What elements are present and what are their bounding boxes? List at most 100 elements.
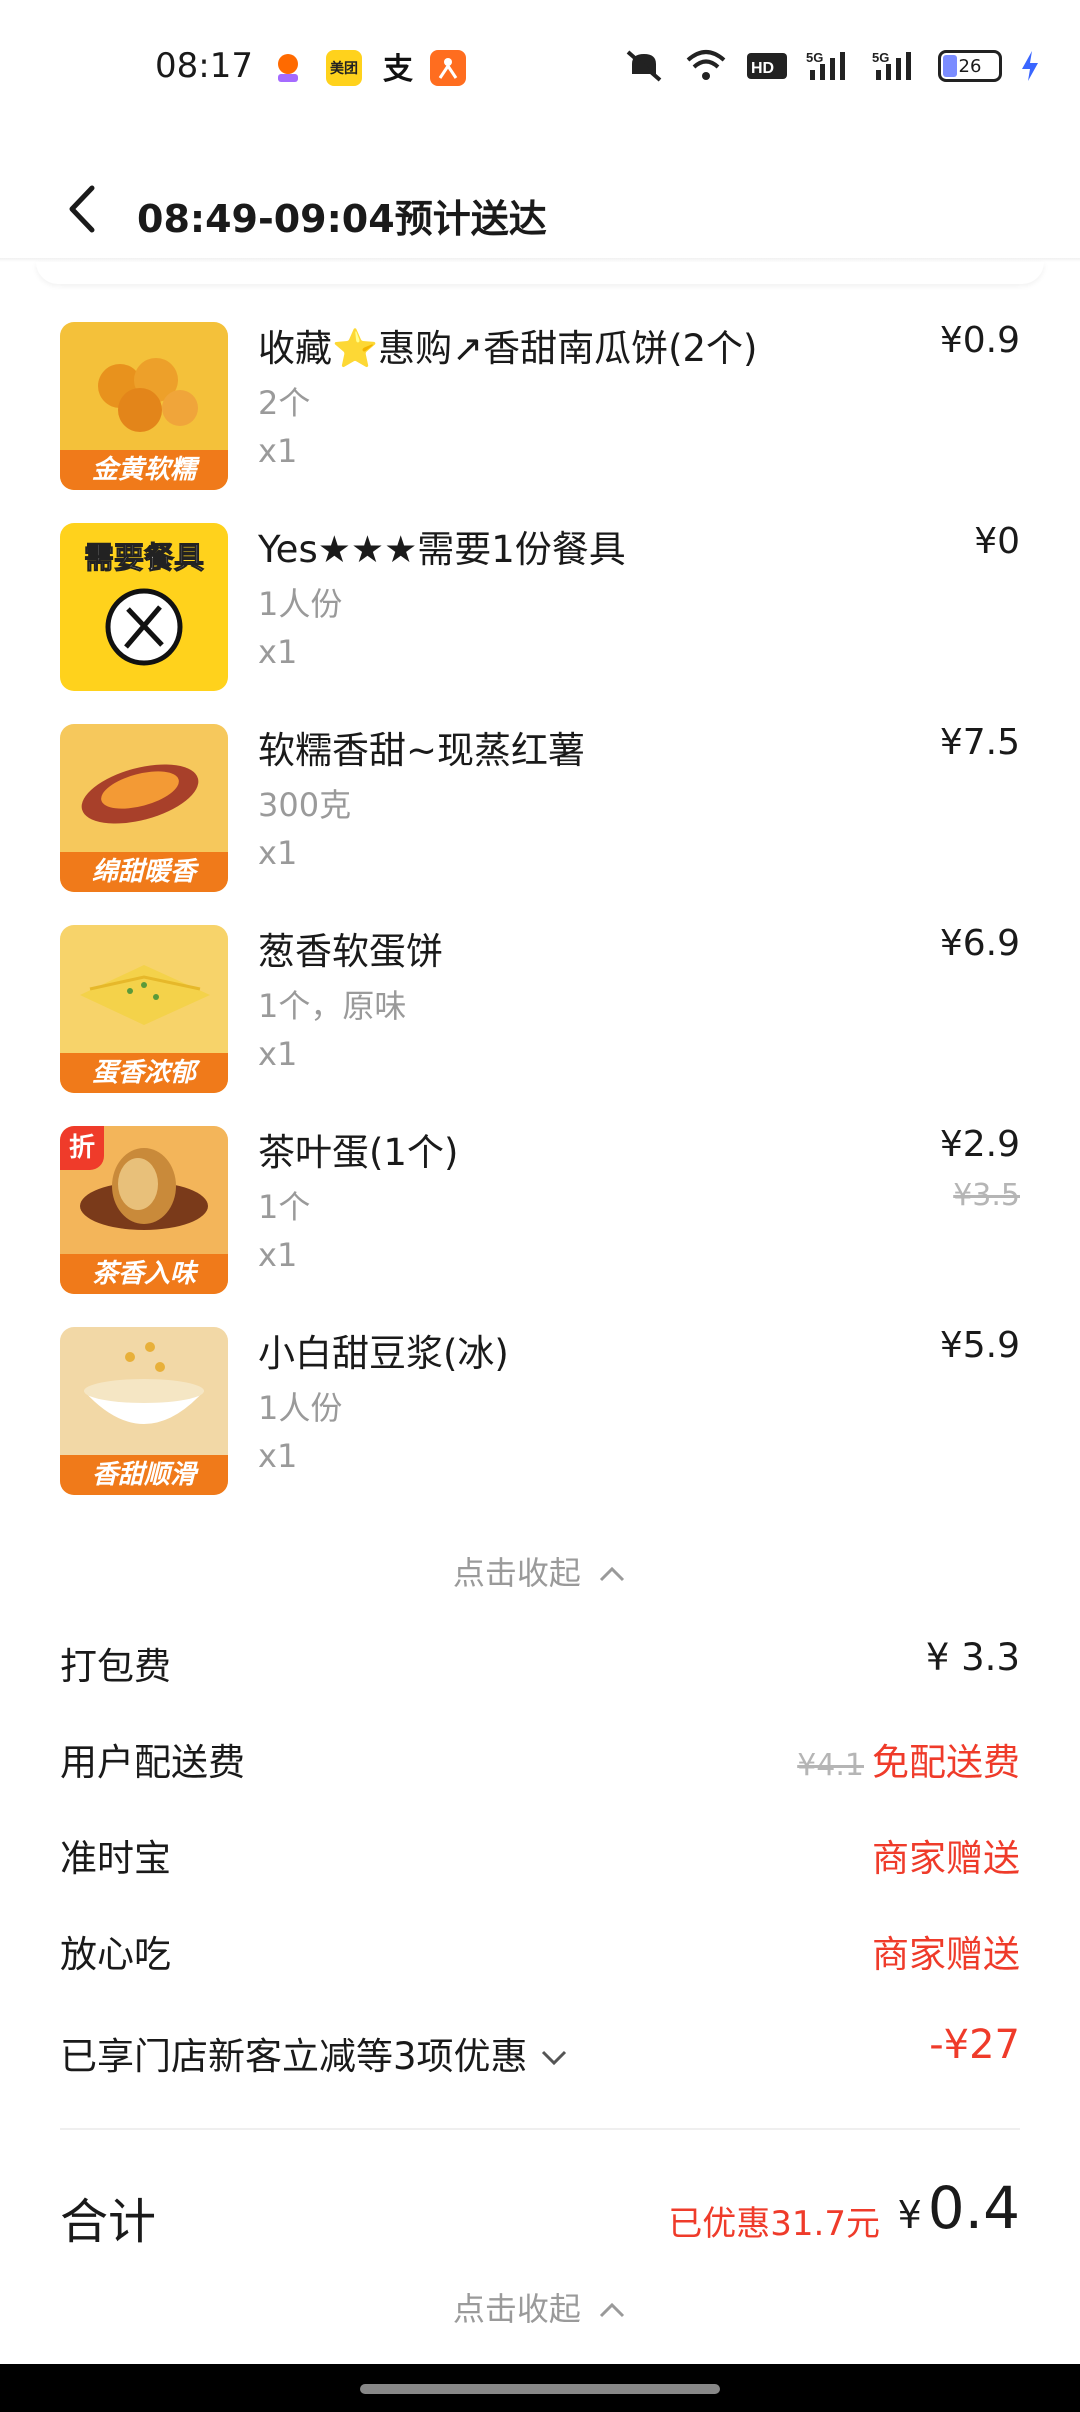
- item-qty: x1: [258, 432, 298, 470]
- signal-5g-icon: 5G: [806, 50, 845, 80]
- total-amount: ¥0.4: [898, 2174, 1020, 2242]
- svg-text:5G: 5G: [806, 50, 823, 65]
- sweet-potato-image: 绵甜暖香: [60, 724, 228, 892]
- ontime-value: 商家赠送: [872, 1837, 1020, 1880]
- item-price: ¥0.9: [939, 320, 1020, 361]
- item-original-price: ¥3.5: [953, 1178, 1020, 1213]
- wifi-icon: [686, 50, 726, 80]
- item-spec: 1人份: [258, 585, 343, 623]
- collapse-summary-button[interactable]: 点击收起: [0, 2284, 1080, 2330]
- ontime-row: 准时宝 商家赠送: [60, 1828, 1020, 1888]
- list-item[interactable]: 蛋香浓郁 葱香软蛋饼 1个，原味 x1 ¥6.9: [0, 923, 1080, 1105]
- tea-egg-image: 折 茶香入味: [60, 1126, 228, 1294]
- item-name: 小白甜豆浆(冰): [258, 1332, 509, 1375]
- list-item[interactable]: 折 茶香入味 茶叶蛋(1个) 1个 x1 ¥2.9 ¥3.5: [0, 1124, 1080, 1306]
- battery-icon: 26: [938, 50, 1002, 82]
- total-value: 0.4: [927, 2174, 1020, 2242]
- image-badge: 茶香入味: [60, 1254, 228, 1294]
- item-price: ¥2.9: [939, 1124, 1020, 1165]
- svg-text:5G: 5G: [872, 50, 889, 65]
- egg-pancake-image: 蛋香浓郁: [60, 925, 228, 1093]
- delivery-fee-label: 用户配送费: [60, 1741, 245, 1784]
- discount-label-text: 已享门店新客立减等3项优惠: [60, 2035, 528, 2078]
- utensils-image: 需要餐具: [60, 523, 228, 691]
- item-price: ¥6.9: [939, 923, 1020, 964]
- item-qty: x1: [258, 834, 298, 872]
- list-item[interactable]: 需要餐具 Yes★★★需要1份餐具 1人份 x1 ¥0: [0, 521, 1080, 703]
- item-spec: 2个: [258, 384, 311, 422]
- image-badge: 香甜顺滑: [60, 1455, 228, 1495]
- item-price: ¥7.5: [939, 722, 1020, 763]
- list-item[interactable]: 香甜顺滑 小白甜豆浆(冰) 1人份 x1 ¥5.9: [0, 1325, 1080, 1507]
- packing-fee-label: 打包费: [60, 1645, 171, 1688]
- collapse-label: 点击收起: [452, 2290, 581, 2328]
- discount-row[interactable]: 已享门店新客立减等3项优惠 -¥27: [60, 2022, 1020, 2086]
- delivery-fee-value: ¥4.1 免配送费: [797, 1732, 1020, 1786]
- discount-label[interactable]: 已享门店新客立减等3项优惠: [60, 2026, 569, 2080]
- delivery-fee-original: ¥4.1: [797, 1748, 864, 1783]
- total-saved: 已优惠31.7元: [668, 2204, 880, 2244]
- collapse-label: 点击收起: [452, 1554, 581, 1592]
- item-price: ¥0: [974, 521, 1020, 562]
- item-spec: 1个: [258, 1188, 311, 1226]
- delivery-fee-free: 免配送费: [872, 1741, 1020, 1784]
- item-qty: x1: [258, 1437, 298, 1475]
- status-icons: HD 5G 5G 26: [622, 48, 1040, 84]
- packing-fee-value: ¥ 3.3: [925, 1636, 1020, 1679]
- item-spec: 1人份: [258, 1389, 343, 1427]
- worry-free-row: 放心吃 商家赠送: [60, 1924, 1020, 1984]
- list-item[interactable]: 金黄软糯 收藏⭐惠购↗香甜南瓜饼(2个) 2个 x1 ¥0.9: [0, 320, 1080, 502]
- image-badge: 蛋香浓郁: [60, 1053, 228, 1093]
- item-name: 茶叶蛋(1个): [258, 1131, 459, 1174]
- dianping-icon: [430, 50, 466, 86]
- total-currency: ¥: [897, 2193, 922, 2237]
- svg-text:支: 支: [383, 53, 413, 85]
- ontime-label: 准时宝: [60, 1837, 171, 1880]
- meituan-icon: 美团: [326, 50, 362, 86]
- header: 08:49-09:04预计送达: [0, 160, 1080, 260]
- image-badge: 金黄软糯: [60, 450, 228, 490]
- delivery-time-title: 08:49-09:04预计送达: [137, 197, 547, 241]
- utensils-label: 需要餐具: [84, 541, 205, 577]
- status-time: 08:17: [155, 46, 253, 86]
- packing-fee-row: 打包费 ¥ 3.3: [60, 1636, 1020, 1696]
- item-qty: x1: [258, 1035, 298, 1073]
- item-price: ¥5.9: [939, 1325, 1020, 1366]
- item-name: 软糯香甜~现蒸红薯: [258, 729, 586, 772]
- item-qty: x1: [258, 1236, 298, 1274]
- svg-text:HD: HD: [751, 60, 774, 77]
- soy-milk-image: 香甜顺滑: [60, 1327, 228, 1495]
- pumpkin-cake-image: 金黄软糯: [60, 322, 228, 490]
- chevron-down-icon: [542, 2050, 567, 2066]
- item-name: 葱香软蛋饼: [258, 930, 443, 973]
- card-edge: [36, 262, 1044, 284]
- list-item[interactable]: 绵甜暖香 软糯香甜~现蒸红薯 300克 x1 ¥7.5: [0, 722, 1080, 904]
- item-name: 收藏⭐惠购↗香甜南瓜饼(2个): [258, 327, 758, 370]
- item-spec: 1个，原味: [258, 987, 407, 1025]
- alipay-icon: 支: [380, 50, 416, 86]
- discount-tag: 折: [60, 1126, 104, 1170]
- battery-level: 26: [958, 55, 982, 77]
- delivery-fee-row: 用户配送费 ¥4.1 免配送费: [60, 1732, 1020, 1792]
- item-name: Yes★★★需要1份餐具: [258, 528, 626, 571]
- worry-free-label: 放心吃: [60, 1933, 171, 1976]
- divider: [60, 2128, 1020, 2130]
- hd-icon: HD: [747, 53, 787, 79]
- item-qty: x1: [258, 633, 298, 671]
- item-spec: 300克: [258, 786, 352, 824]
- back-arrow-icon[interactable]: [60, 184, 110, 234]
- home-indicator[interactable]: [360, 2384, 720, 2394]
- signal-5g-icon-2: 5G: [872, 50, 911, 80]
- fork-spoon-icon: [105, 588, 183, 666]
- chevron-up-icon: [600, 2302, 625, 2318]
- image-badge: 绵甜暖香: [60, 852, 228, 892]
- chevron-up-icon: [600, 1566, 625, 1582]
- meituan-waimai-icon: [270, 50, 306, 86]
- total-label: 合计: [60, 2194, 157, 2250]
- worry-free-value: 商家赠送: [872, 1933, 1020, 1976]
- discount-value: -¥27: [929, 2022, 1020, 2068]
- status-bar: 08:17 美团 支 HD 5G 5G 26: [0, 0, 1080, 140]
- charging-icon: [1022, 51, 1038, 81]
- mute-icon: [626, 50, 662, 82]
- collapse-items-button[interactable]: 点击收起: [0, 1548, 1080, 1594]
